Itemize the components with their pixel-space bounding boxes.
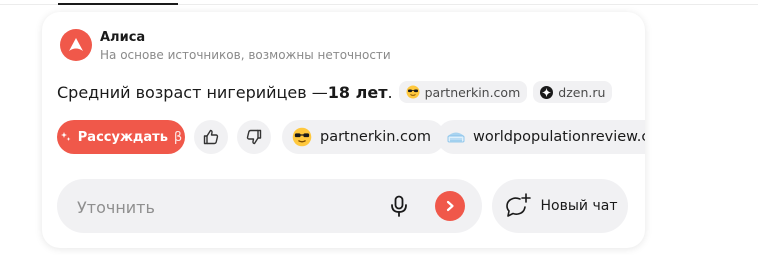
answer-prefix: Средний возраст нигерийцев — xyxy=(57,82,328,102)
source-link-worldpopulationreview[interactable]: worldpopulationreview.com xyxy=(437,120,645,154)
dzen-icon xyxy=(540,85,554,99)
answer-text: Средний возраст нигерийцев — 18 лет . pa… xyxy=(57,80,613,104)
alice-logo-icon xyxy=(60,29,92,61)
send-button[interactable] xyxy=(435,191,465,221)
chevron-right-icon xyxy=(444,200,456,212)
alice-answer-card: Алиса На основе источников, возможны нет… xyxy=(42,12,645,248)
source-link-label: worldpopulationreview.com xyxy=(473,129,645,145)
thumbs-up-icon xyxy=(202,128,220,146)
reason-button[interactable]: Рассуждать β xyxy=(57,120,185,154)
new-chat-button[interactable]: Новый чат xyxy=(492,179,628,233)
answer-highlight: 18 лет xyxy=(327,82,388,102)
answer-suffix: . xyxy=(387,82,393,102)
active-tab-indicator xyxy=(58,3,178,5)
source-chip-label: partnerkin.com xyxy=(424,84,521,100)
sparkle-icon xyxy=(60,131,72,143)
dislike-button[interactable] xyxy=(237,120,271,154)
microphone-icon xyxy=(390,195,408,217)
source-chip-label: dzen.ru xyxy=(558,84,606,100)
source-chip-partnerkin[interactable]: partnerkin.com xyxy=(398,81,528,103)
sunglasses-emoji-icon xyxy=(406,85,420,99)
answer-actions: Рассуждать β partnerkin.com worldpopulat… xyxy=(57,120,645,154)
source-link-label: partnerkin.com xyxy=(320,129,432,145)
world-icon xyxy=(447,130,465,144)
assistant-name: Алиса xyxy=(100,30,146,45)
follow-up-input[interactable] xyxy=(75,179,379,235)
source-link-partnerkin[interactable]: partnerkin.com xyxy=(282,120,446,154)
reason-label: Рассуждать xyxy=(77,129,168,145)
assistant-disclaimer: На основе источников, возможны неточност… xyxy=(100,48,391,62)
new-chat-label: Новый чат xyxy=(540,198,618,214)
source-chip-dzen[interactable]: dzen.ru xyxy=(533,81,613,103)
thumbs-down-icon xyxy=(245,128,263,146)
like-button[interactable] xyxy=(194,120,228,154)
sunglasses-emoji-icon xyxy=(292,127,312,147)
new-chat-icon xyxy=(503,192,533,220)
microphone-button[interactable] xyxy=(387,194,411,218)
beta-badge: β xyxy=(173,129,183,145)
follow-up-input-container xyxy=(57,179,482,235)
